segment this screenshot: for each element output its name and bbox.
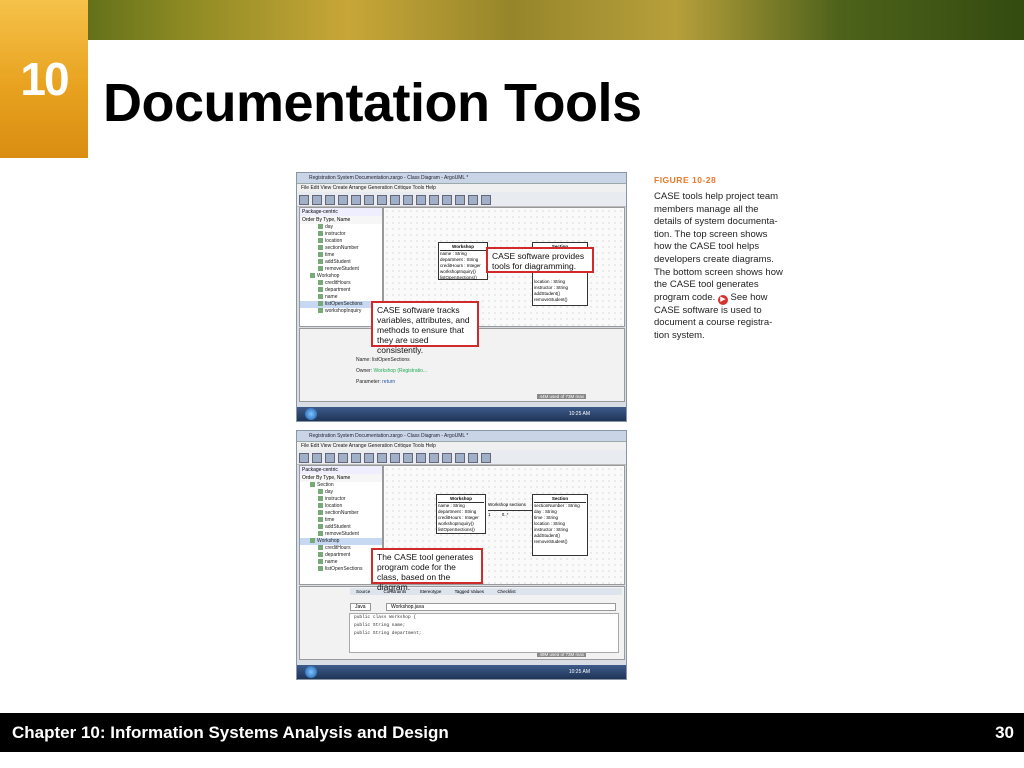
start-icon <box>305 408 317 420</box>
callout-tracking: CASE software tracks variables, attribut… <box>371 301 479 355</box>
figure-screenshots: Registration System Documentation.zargo … <box>296 172 627 680</box>
operation-owner: Workshop (Registratio... <box>373 368 428 374</box>
tab-tagged-values[interactable]: Tagged Values <box>455 589 484 594</box>
tree-item: creditHours <box>300 545 382 552</box>
tab-checklist[interactable]: Checklist <box>497 589 515 594</box>
tree-item: removeStudent <box>300 266 382 273</box>
figure-caption: CASE tools help project team members man… <box>654 191 784 343</box>
tree-item: Workshop <box>300 273 382 280</box>
operation-name: listOpenSections <box>372 357 410 363</box>
play-icon[interactable]: ▶ <box>717 294 728 305</box>
clock: 10:25 AM <box>568 669 590 675</box>
figure-label: FIGURE 10-28 <box>654 175 717 185</box>
tree-item: name <box>300 559 382 566</box>
top-screenshot: Registration System Documentation.zargo … <box>296 172 627 422</box>
tree-item: day <box>300 224 382 231</box>
taskbar: 10:25 AM <box>297 665 626 679</box>
slide-title: Documentation Tools <box>103 73 642 133</box>
callout-diagramming: CASE software provides tools for diagram… <box>486 247 594 273</box>
window-title: Registration System Documentation.zargo … <box>297 173 626 184</box>
operation-parameter: return <box>382 379 396 385</box>
uml-class-workshop: Workshop name : String department : Stri… <box>438 242 488 280</box>
top-decorative-band <box>0 0 1024 40</box>
chapter-number: 10 <box>20 53 69 105</box>
menu-bar: File Edit View Create Arrange Generation… <box>297 184 626 192</box>
footer-chapter-title: Chapter 10: Information Systems Analysis… <box>12 723 449 742</box>
package-dropdown: Package-centric <box>300 208 382 216</box>
caption-text: CASE tools help project team members man… <box>654 191 783 303</box>
menu-bar: File Edit View Create Arrange Generation… <box>297 442 626 450</box>
toolbar <box>297 450 626 465</box>
tree-item: Section <box>300 482 382 489</box>
tree-item: listOpenSections <box>300 301 382 308</box>
uml-class-section: Section sectionNumber : String day : Str… <box>532 494 588 556</box>
tree-item: addStudent <box>300 259 382 266</box>
tree-item: name <box>300 294 382 301</box>
tree-item: sectionNumber <box>300 510 382 517</box>
code-line: public String department; <box>354 631 422 636</box>
tree-item: instructor <box>300 496 382 503</box>
tree-item: workshopInquiry <box>300 308 382 315</box>
footer-bar: Chapter 10: Information Systems Analysis… <box>0 713 1024 752</box>
tree-item: removeStudent <box>300 531 382 538</box>
chapter-badge: 10 <box>0 0 88 158</box>
tree-item: addStudent <box>300 524 382 531</box>
tree-item: listOpenSections <box>300 566 382 573</box>
tree-item: time <box>300 252 382 259</box>
file-select[interactable]: Workshop.java <box>386 603 616 611</box>
clock: 10:25 AM <box>568 411 590 417</box>
page-number: 30 <box>995 723 1014 742</box>
tab-source[interactable]: Source <box>356 589 370 594</box>
uml-class-workshop: Workshop name : String department : Stri… <box>436 494 486 534</box>
order-by: Order By Type, Name <box>300 216 382 224</box>
tree-item: department <box>300 287 382 294</box>
toolbar <box>297 192 626 207</box>
code-line: public String name; <box>354 623 406 628</box>
window-title: Registration System Documentation.zargo … <box>297 431 626 442</box>
tree-item: Workshop <box>300 538 382 545</box>
package-dropdown: Package-centric <box>300 466 382 474</box>
order-by: Order By Type, Name <box>300 474 382 482</box>
start-icon <box>305 666 317 678</box>
tree-item: location <box>300 503 382 510</box>
memory-status: 44M used of 73M max <box>537 394 586 399</box>
association-line <box>488 510 532 511</box>
tree-item: instructor <box>300 231 382 238</box>
tree-item: time <box>300 517 382 524</box>
tree-item: department <box>300 552 382 559</box>
code-line: public class Workshop { <box>354 615 417 620</box>
taskbar: 10:25 AM <box>297 407 626 421</box>
callout-code-generation: The CASE tool generates program code for… <box>371 548 483 592</box>
language-select[interactable]: Java <box>350 603 371 611</box>
tree-item: location <box>300 238 382 245</box>
tree-item: creditHours <box>300 280 382 287</box>
tree-item: sectionNumber <box>300 245 382 252</box>
code-editor[interactable]: public class Workshop { public String na… <box>349 613 619 653</box>
tab-stereotype[interactable]: Stereotype <box>420 589 442 594</box>
association-label: Workshop sections <box>488 502 526 507</box>
tree-item: day <box>300 489 382 496</box>
association-multiplicity: 1 0..* <box>488 512 509 517</box>
